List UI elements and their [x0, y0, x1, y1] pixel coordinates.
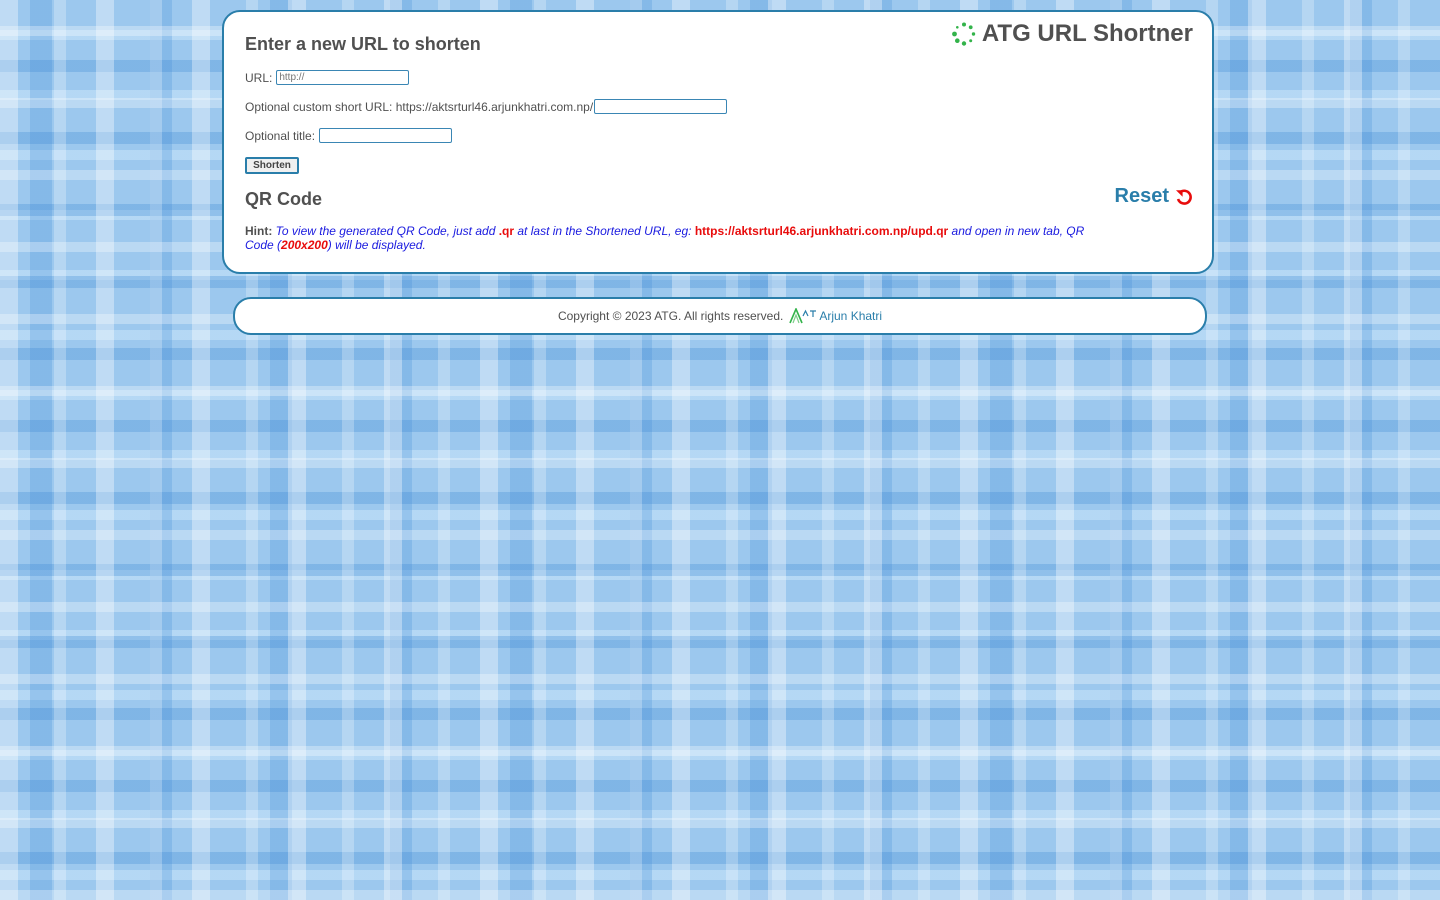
brand: ATG URL Shortner	[951, 20, 1193, 48]
title-label: Optional title:	[245, 128, 316, 143]
spinner-dots-icon	[951, 22, 976, 46]
undo-icon	[1176, 188, 1192, 205]
footer: Copyright © 2023 ATG. All rights reserve…	[233, 297, 1207, 335]
author-link[interactable]: Arjun Khatri	[789, 308, 882, 324]
form-heading: Enter a new URL to shorten	[245, 34, 481, 54]
url-input[interactable]	[276, 70, 410, 85]
url-label: URL:	[245, 70, 273, 85]
title-input[interactable]	[319, 128, 453, 143]
url-row: URL:	[245, 70, 410, 85]
custom-url-row: Optional custom short URL: https://aktsr…	[245, 99, 728, 114]
atg-logo-icon	[789, 308, 817, 324]
hint-size: 200x200	[281, 238, 328, 252]
qr-hint: Hint: To view the generated QR Code, jus…	[245, 224, 1091, 252]
reset-label: Reset	[1114, 185, 1169, 207]
reset-button[interactable]: Reset	[1115, 185, 1193, 208]
hint-text-4: ) will be displayed.	[327, 238, 426, 252]
hint-extension: .qr	[498, 224, 515, 238]
author-name: Arjun Khatri	[819, 309, 883, 323]
hint-text-2: at last in the Shortened URL, eg:	[514, 224, 695, 238]
main-panel: Enter a new URL to shorten ATG URL Short…	[222, 10, 1214, 274]
copyright-text: Copyright © 2023 ATG. All rights reserve…	[557, 309, 784, 323]
app-title: ATG URL Shortner	[981, 20, 1193, 47]
title-row: Optional title:	[245, 128, 453, 143]
hint-example-url: https://aktsrturl46.arjunkhatri.com.np/u…	[694, 224, 949, 238]
custom-url-input[interactable]	[594, 99, 728, 114]
hint-label: Hint:	[245, 224, 273, 238]
shorten-button[interactable]: Shorten	[245, 157, 299, 174]
custom-url-label: Optional custom short URL: https://aktsr…	[245, 99, 594, 114]
qr-heading: QR Code	[245, 189, 323, 209]
hint-text-1: To view the generated QR Code, just add	[275, 224, 499, 238]
